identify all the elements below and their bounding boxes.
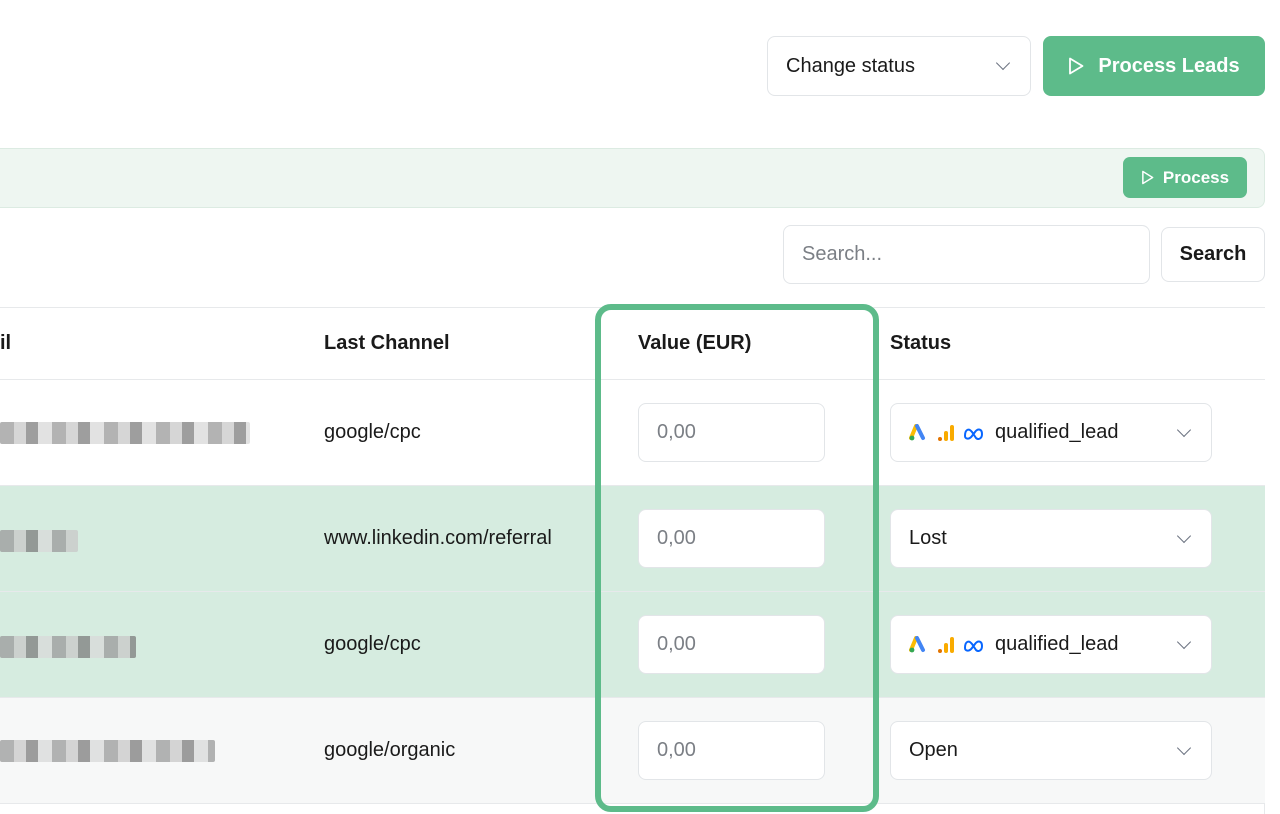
status-select[interactable]: Lost <box>890 509 1212 568</box>
blurred-email <box>0 636 136 658</box>
status-select[interactable]: qualified_lead <box>890 403 1212 462</box>
meta-icon <box>963 428 984 440</box>
change-status-label: Change status <box>786 54 915 77</box>
table-row[interactable]: google/organic Open <box>0 698 1265 804</box>
process-button[interactable]: Process <box>1123 157 1247 198</box>
google-ads-icon <box>909 423 925 440</box>
process-leads-button[interactable]: Process Leads <box>1043 36 1265 96</box>
status-cell: qualified_lead <box>890 380 1212 485</box>
chevron-down-icon <box>995 55 1011 71</box>
column-header-email[interactable]: il <box>0 308 11 379</box>
value-cell <box>638 698 825 803</box>
column-header-status[interactable]: Status <box>890 308 951 379</box>
leads-table: il Last Channel Value (EUR) Status googl… <box>0 307 1265 814</box>
process-label: Process <box>1162 167 1230 187</box>
status-cell: qualified_lead <box>890 592 1212 697</box>
search-button[interactable]: Search <box>1161 227 1265 282</box>
value-input[interactable] <box>638 509 825 568</box>
table-header: il Last Channel Value (EUR) Status <box>0 308 1265 380</box>
google-ads-icon <box>909 635 925 652</box>
status-cell: Lost <box>890 486 1212 591</box>
process-banner <box>0 148 1265 208</box>
change-status-select[interactable]: Change status <box>767 36 1031 96</box>
play-icon <box>1069 57 1084 75</box>
blurred-email <box>0 740 215 762</box>
status-cell: Open <box>890 698 1212 803</box>
play-icon <box>1142 170 1154 185</box>
column-header-last-channel[interactable]: Last Channel <box>324 308 450 379</box>
column-header-value[interactable]: Value (EUR) <box>638 308 751 379</box>
value-cell <box>638 592 825 697</box>
table-row[interactable]: google/cpc qualified_lead <box>0 380 1265 486</box>
value-input[interactable] <box>638 721 825 780</box>
search-button-label: Search <box>1179 243 1247 265</box>
value-input[interactable] <box>638 615 825 674</box>
status-value: qualified_lead <box>995 633 1119 655</box>
value-cell <box>638 486 825 591</box>
status-value: Open <box>909 739 958 761</box>
status-value: Lost <box>909 527 947 549</box>
meta-icon <box>963 640 984 652</box>
status-select[interactable]: Open <box>890 721 1212 780</box>
google-analytics-icon <box>938 424 954 441</box>
chevron-down-icon <box>1176 528 1192 543</box>
last-channel-cell: google/organic <box>324 739 456 761</box>
search-input[interactable] <box>783 225 1150 284</box>
value-cell <box>638 380 825 485</box>
chevron-down-icon <box>1176 422 1192 437</box>
last-channel-cell: google/cpc <box>324 421 421 443</box>
chevron-down-icon <box>1176 634 1192 649</box>
chevron-down-icon <box>1176 740 1192 755</box>
table-row[interactable]: www.linkedin.com/referral Lost <box>0 486 1265 592</box>
toolbar: Change status Process Leads <box>767 36 1265 96</box>
status-select[interactable]: qualified_lead <box>890 615 1212 674</box>
value-input[interactable] <box>638 403 825 462</box>
blurred-email <box>0 530 78 552</box>
status-value: qualified_lead <box>995 421 1119 443</box>
google-analytics-icon <box>938 636 954 653</box>
table-row[interactable]: google/cpc qualified_lead <box>0 592 1265 698</box>
last-channel-cell: google/cpc <box>324 633 421 655</box>
process-leads-label: Process Leads <box>1098 54 1240 77</box>
blurred-email <box>0 422 250 444</box>
last-channel-cell: www.linkedin.com/referral <box>324 527 552 549</box>
